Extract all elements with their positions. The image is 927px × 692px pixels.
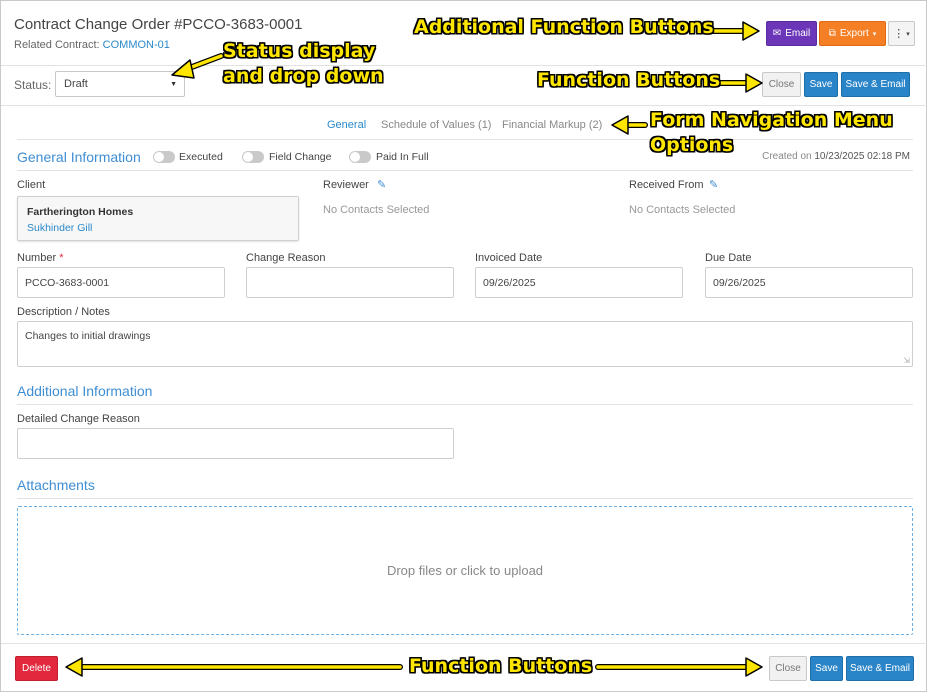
annotation-status-line1: Status display bbox=[223, 40, 376, 62]
delete-button[interactable]: Delete bbox=[15, 656, 58, 681]
dropzone-text: Drop files or click to upload bbox=[386, 563, 544, 578]
header-divider bbox=[1, 65, 927, 66]
created-timestamp: Created on 10/23/2025 02:18 PM bbox=[762, 151, 910, 162]
annotation-additional-function-buttons: Additional Function Buttons bbox=[414, 16, 714, 38]
detailed-change-reason-label: Detailed Change Reason bbox=[17, 413, 140, 425]
export-icon: ⧉ bbox=[828, 28, 836, 39]
chevron-down-icon: ▾ bbox=[872, 30, 877, 38]
save-button-label: Save bbox=[809, 79, 833, 90]
close-button[interactable]: Close bbox=[762, 72, 801, 97]
save-button[interactable]: Save bbox=[804, 72, 838, 97]
annotation-function-buttons-bottom: Function Buttons bbox=[409, 655, 593, 677]
invoiced-date-label: Invoiced Date bbox=[475, 252, 543, 264]
received-from-label: Received From bbox=[629, 179, 704, 191]
annotation-nav-line2: Options bbox=[650, 134, 734, 156]
status-label: Status: bbox=[14, 78, 52, 92]
tab-financial-markup[interactable]: Financial Markup (2) bbox=[502, 119, 602, 131]
tabs-divider bbox=[17, 139, 913, 140]
due-date-label: Due Date bbox=[705, 252, 752, 264]
client-name: Fartherington Homes bbox=[27, 206, 134, 218]
paid-in-full-toggle[interactable] bbox=[349, 151, 371, 163]
status-value: Draft bbox=[64, 78, 88, 90]
footer-save-and-email-button[interactable]: Save & Email bbox=[846, 656, 914, 681]
save-and-email-button-label: Save & Email bbox=[845, 79, 906, 90]
save-and-email-button[interactable]: Save & Email bbox=[841, 72, 910, 97]
annotation-status-line2: and drop down bbox=[223, 65, 384, 87]
resize-handle-icon[interactable]: ⇲ bbox=[903, 356, 910, 365]
number-label: Number * bbox=[17, 252, 63, 264]
footer-save-and-email-button-label: Save & Email bbox=[849, 663, 911, 674]
paid-in-full-label: Paid In Full bbox=[376, 151, 429, 163]
client-card[interactable]: Fartherington Homes Sukhinder Gill bbox=[17, 196, 299, 241]
received-from-value: No Contacts Selected bbox=[629, 204, 736, 216]
file-dropzone[interactable]: Drop files or click to upload bbox=[17, 506, 913, 635]
tab-schedule-of-values[interactable]: Schedule of Values (1) bbox=[381, 119, 491, 131]
description-label: Description / Notes bbox=[17, 306, 110, 318]
number-field[interactable]: PCCO-3683-0001 bbox=[17, 267, 225, 298]
field-change-toggle[interactable] bbox=[242, 151, 264, 163]
invoiced-date-field[interactable]: 09/26/2025 bbox=[475, 267, 683, 298]
due-date-field[interactable]: 09/26/2025 bbox=[705, 267, 913, 298]
related-contract-link[interactable]: COMMON-01 bbox=[103, 39, 170, 51]
additional-divider bbox=[17, 404, 913, 405]
status-dropdown[interactable]: Draft ▼ bbox=[55, 71, 185, 97]
more-actions-button[interactable]: ⋮ ▾ bbox=[888, 21, 915, 46]
received-from-edit-pencil-icon[interactable]: ✎ bbox=[709, 178, 718, 191]
tab-general[interactable]: General bbox=[327, 119, 366, 131]
field-change-label: Field Change bbox=[269, 151, 332, 163]
client-label: Client bbox=[17, 179, 46, 191]
export-button-label: Export bbox=[839, 28, 869, 39]
detailed-change-reason-field[interactable] bbox=[17, 428, 454, 459]
client-contact-link[interactable]: Sukhinder Gill bbox=[27, 222, 92, 234]
footer-save-button[interactable]: Save bbox=[810, 656, 843, 681]
created-prefix: Created on bbox=[762, 151, 812, 162]
status-divider bbox=[1, 105, 927, 106]
additional-information-heading: Additional Information bbox=[17, 383, 153, 399]
related-contract: Related Contract: COMMON-01 bbox=[14, 39, 170, 51]
footer-close-button[interactable]: Close bbox=[769, 656, 807, 681]
chevron-down-icon: ▾ bbox=[906, 30, 910, 38]
email-button[interactable]: ✉ Email bbox=[766, 21, 817, 46]
related-contract-label: Related Contract: bbox=[14, 39, 100, 51]
annotation-nav-line1: Form Navigation Menu bbox=[650, 109, 893, 131]
delete-button-label: Delete bbox=[22, 663, 51, 674]
caret-down-icon: ▼ bbox=[170, 81, 177, 88]
footer-close-button-label: Close bbox=[775, 663, 801, 674]
general-information-heading: General Information bbox=[17, 149, 141, 165]
executed-toggle[interactable] bbox=[153, 151, 175, 163]
annotation-function-buttons-top: Function Buttons bbox=[537, 69, 721, 91]
attachments-heading: Attachments bbox=[17, 477, 95, 493]
close-button-label: Close bbox=[768, 79, 795, 90]
description-textarea[interactable]: Changes to initial drawings ⇲ bbox=[17, 321, 913, 367]
number-label-text: Number bbox=[17, 252, 57, 264]
footer-save-button-label: Save bbox=[815, 663, 838, 674]
kebab-icon: ⋮ bbox=[893, 28, 905, 40]
email-button-label: Email bbox=[785, 28, 811, 39]
export-button[interactable]: ⧉ Export ▾ bbox=[819, 21, 886, 46]
reviewer-label: Reviewer bbox=[323, 179, 369, 191]
created-value: 10/23/2025 02:18 PM bbox=[814, 151, 910, 162]
page-title: Contract Change Order #PCCO-3683-0001 bbox=[14, 16, 303, 33]
description-value: Changes to initial drawings bbox=[25, 330, 151, 342]
footer-divider bbox=[1, 643, 927, 644]
attachments-divider bbox=[17, 498, 913, 499]
change-reason-field[interactable] bbox=[246, 267, 454, 298]
contract-change-order-dialog: Contract Change Order #PCCO-3683-0001 Re… bbox=[0, 0, 927, 692]
required-marker: * bbox=[59, 252, 64, 264]
change-reason-label: Change Reason bbox=[246, 252, 326, 264]
envelope-icon: ✉ bbox=[772, 28, 782, 39]
general-divider bbox=[17, 170, 913, 171]
executed-label: Executed bbox=[179, 151, 223, 163]
reviewer-value: No Contacts Selected bbox=[323, 204, 430, 216]
reviewer-edit-pencil-icon[interactable]: ✎ bbox=[377, 178, 386, 191]
